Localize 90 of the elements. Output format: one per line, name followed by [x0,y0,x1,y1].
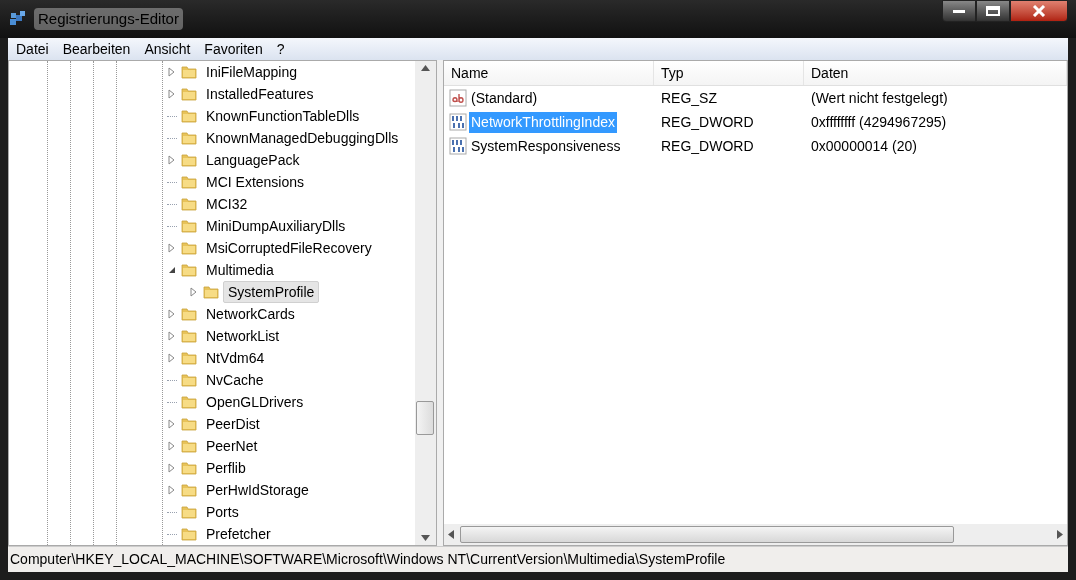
vertical-scrollbar[interactable] [415,61,436,545]
table-cell-text: 0x00000014 (20) [810,136,918,156]
tree-item[interactable]: MiniDumpAuxiliaryDlls [201,215,351,237]
folder-icon [181,460,197,476]
tree-item[interactable]: PeerDist [201,413,265,435]
folder-icon [181,504,197,520]
close-icon [1032,5,1046,17]
folder-icon [181,152,197,168]
folder-icon [181,526,197,542]
column-header[interactable]: Name [444,61,654,85]
folder-icon [181,350,197,366]
expand-arrow-icon[interactable] [189,287,199,297]
tree-item[interactable]: KnownFunctionTableDlls [201,105,365,127]
folder-icon [181,174,197,190]
folder-icon [181,482,197,498]
expand-arrow-icon[interactable] [167,463,177,473]
menu-item[interactable]: ? [276,38,285,60]
menu-item[interactable]: Favoriten [204,38,263,60]
table-cell-text: REG_SZ [660,88,718,108]
folder-icon [181,196,197,212]
folder-icon [181,438,197,454]
expand-arrow-icon[interactable] [167,89,177,99]
scrollbar-thumb[interactable] [416,401,434,435]
tree-item[interactable]: InstalledFeatures [201,83,319,105]
folder-icon [181,372,197,388]
tree-item[interactable]: PerHwIdStorage [201,479,314,501]
tree-item[interactable]: Multimedia [201,259,279,281]
table-cell-text: REG_DWORD [660,112,755,132]
folder-icon [181,86,197,102]
tree-item[interactable]: LanguagePack [201,149,305,171]
tree-item[interactable]: Perflib [201,457,251,479]
binary-value-icon [449,137,467,155]
tree-item[interactable]: NvCache [201,369,269,391]
tree-item[interactable]: MCI Extensions [201,171,310,193]
tree-item[interactable]: NetworkCards [201,303,300,325]
close-button[interactable] [1010,0,1068,22]
folder-icon [181,64,197,80]
table-cell-text: 0xffffffff (4294967295) [810,112,948,132]
status-path: Computer\HKEY_LOCAL_MACHINE\SOFTWARE\Microsoft\Windows NT\CurrentVersion\Multimedia\SystemProfile [10,550,726,569]
expand-arrow-icon[interactable] [167,67,177,77]
tree-item[interactable]: OpenGLDrivers [201,391,309,413]
tree-item[interactable]: SystemProfile [223,281,320,303]
folder-icon [181,328,197,344]
expand-arrow-icon[interactable] [167,155,177,165]
scroll-left-icon[interactable] [448,530,454,539]
folder-icon [181,394,197,410]
folder-icon [181,130,197,146]
folder-icon [181,262,197,278]
scrollbar-thumb[interactable] [460,526,954,543]
tree-item[interactable]: KnownManagedDebuggingDlls [201,127,404,149]
tree-item[interactable]: MCI32 [201,193,253,215]
minimize-button[interactable] [942,0,976,22]
scroll-up-icon[interactable] [421,65,430,71]
maximize-button[interactable] [976,0,1010,22]
expand-arrow-icon[interactable] [167,243,177,253]
tree-item[interactable]: Prefetcher [201,523,276,545]
expand-arrow-icon[interactable] [167,485,177,495]
folder-icon [181,108,197,124]
folder-icon [181,306,197,322]
expand-arrow-icon[interactable] [167,441,177,451]
table-cell-text: (Wert nicht festgelegt) [810,88,949,108]
expand-arrow-icon[interactable] [167,331,177,341]
collapse-arrow-icon[interactable] [167,265,177,275]
tree-item[interactable]: NtVdm64 [201,347,270,369]
scroll-right-icon[interactable] [1057,530,1063,539]
tree-item[interactable]: NetworkList [201,325,285,347]
menu-item[interactable]: Datei [16,38,49,60]
menu-item[interactable]: Bearbeiten [62,38,131,60]
binary-value-icon [449,113,467,131]
folder-icon [203,284,219,300]
tree-item[interactable]: IniFileMapping [201,61,303,83]
table-cell-text: REG_DWORD [660,136,755,156]
folder-icon [181,240,197,256]
tree-item[interactable]: PeerNet [201,435,263,457]
expand-arrow-icon[interactable] [167,353,177,363]
folder-icon [181,218,197,234]
folder-icon [181,416,197,432]
column-header[interactable]: Typ [654,61,804,85]
tree-item[interactable]: Ports [201,501,244,523]
string-value-icon [449,89,467,107]
window-title: Registrierungs-Editor [34,7,183,31]
column-header[interactable]: Daten [804,61,1067,85]
expand-arrow-icon[interactable] [167,309,177,319]
scroll-down-icon[interactable] [421,535,430,541]
value-name[interactable]: SystemResponsiveness [469,135,623,157]
horizontal-scrollbar[interactable] [444,524,1067,545]
expand-arrow-icon[interactable] [167,419,177,429]
tree-item[interactable]: MsiCorruptedFileRecovery [201,237,377,259]
menu-item[interactable]: Ansicht [144,38,191,60]
value-name[interactable]: (Standard) [469,87,540,109]
